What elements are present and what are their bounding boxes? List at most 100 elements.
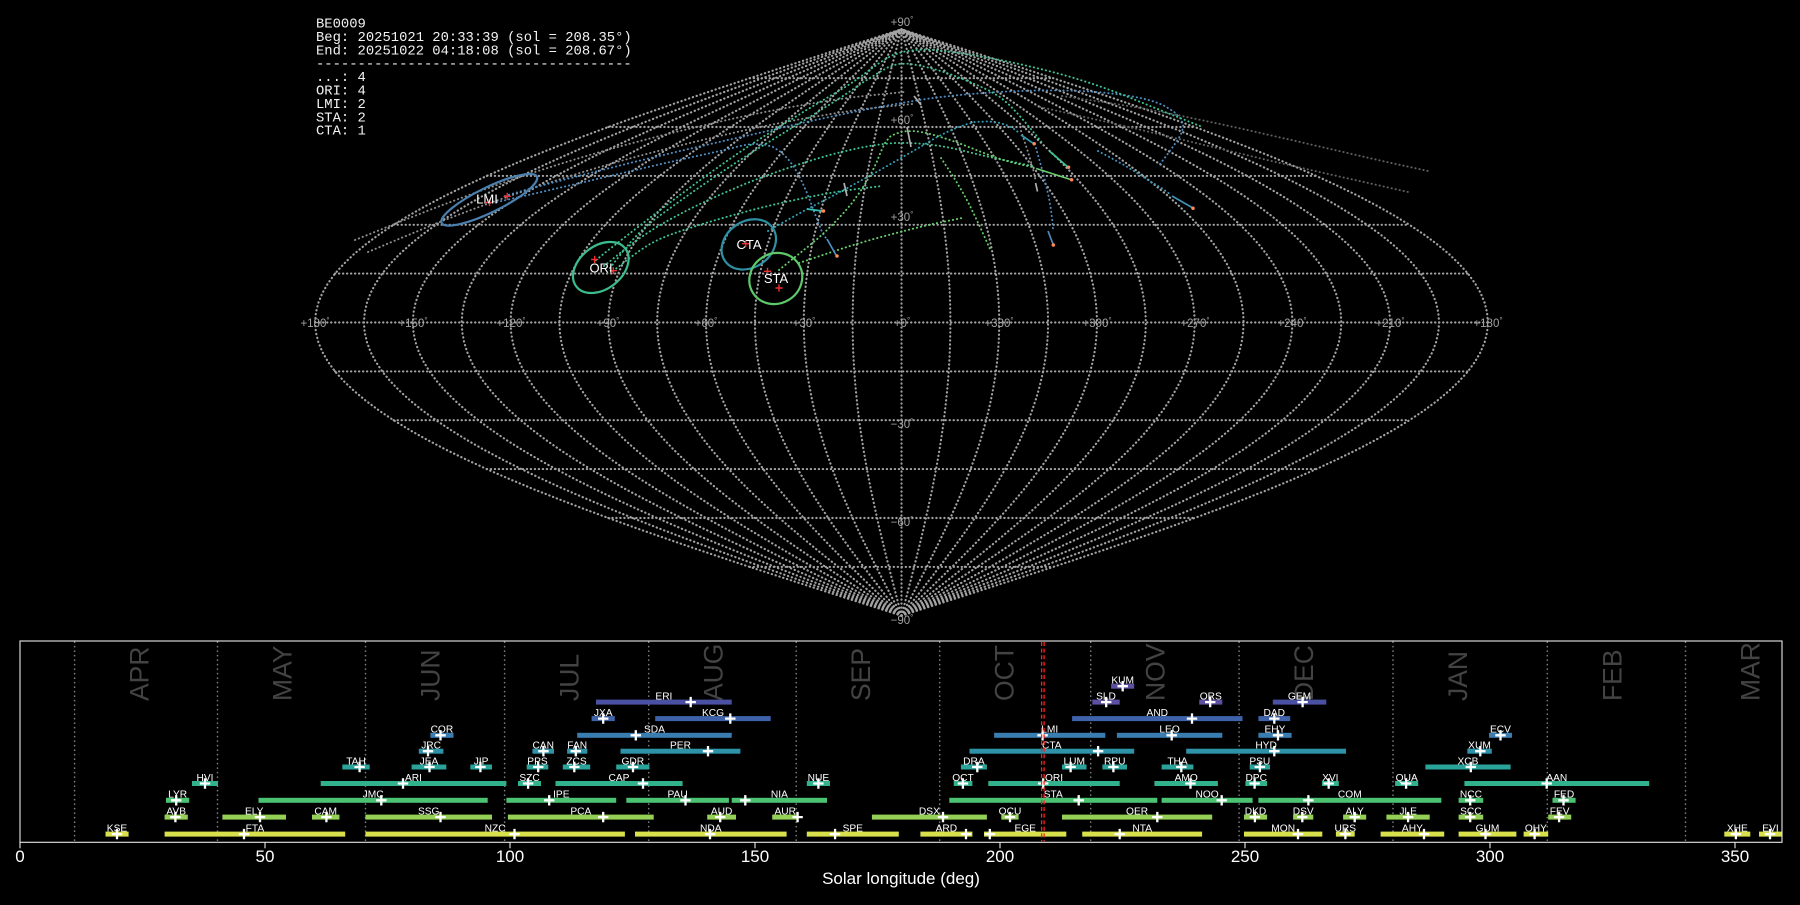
svg-text:EGE: EGE [1014, 824, 1036, 835]
svg-text:STA: STA [1044, 790, 1063, 801]
svg-text:JRC: JRC [421, 741, 441, 752]
svg-text:ORI: ORI [1045, 773, 1063, 784]
svg-text:IPE: IPE [553, 790, 570, 801]
svg-text:DSV: DSV [1293, 807, 1314, 818]
svg-text:AUD: AUD [711, 807, 733, 818]
svg-text:JUN: JUN [416, 649, 446, 701]
svg-text:SEP: SEP [846, 648, 876, 701]
svg-text:OCU: OCU [999, 807, 1022, 818]
svg-text:FED: FED [1554, 790, 1574, 801]
svg-text:NTA: NTA [1132, 824, 1152, 835]
svg-text:LMI: LMI [476, 192, 498, 207]
svg-text:+180°: +180° [300, 316, 329, 330]
svg-text:0: 0 [15, 847, 24, 866]
svg-text:COR: COR [431, 725, 454, 736]
svg-text:200: 200 [986, 847, 1014, 866]
svg-text:HVI: HVI [197, 773, 214, 784]
svg-text:NUE: NUE [808, 773, 830, 784]
svg-text:+60°: +60° [695, 316, 718, 330]
svg-text:EVI: EVI [1762, 824, 1778, 835]
svg-text:350: 350 [1721, 847, 1749, 866]
svg-text:CAP: CAP [609, 773, 630, 784]
svg-text:SPE: SPE [843, 824, 864, 835]
svg-text:RPU: RPU [1104, 756, 1126, 767]
svg-text:+330°: +330° [984, 316, 1013, 330]
svg-text:URS: URS [1335, 824, 1357, 835]
svg-text:+30°: +30° [793, 316, 816, 330]
svg-text:JEA: JEA [420, 756, 439, 767]
svg-text:+270°: +270° [1180, 316, 1209, 330]
svg-text:ORI: ORI [589, 261, 612, 276]
svg-text:TAH: TAH [346, 756, 366, 767]
svg-text:JAN: JAN [1443, 651, 1473, 701]
svg-text:250: 250 [1231, 847, 1259, 866]
svg-text:ARD: ARD [936, 824, 958, 835]
svg-text:JMC: JMC [363, 790, 384, 801]
svg-text:SSG: SSG [418, 807, 440, 818]
svg-text:+60°: +60° [891, 113, 914, 127]
svg-text:NIA: NIA [771, 790, 788, 801]
svg-text:XHE: XHE [1727, 824, 1748, 835]
svg-text:JXA: JXA [594, 708, 613, 719]
svg-text:OHY: OHY [1525, 824, 1547, 835]
svg-text:FEB: FEB [1597, 649, 1627, 701]
svg-text:ELY: ELY [245, 807, 264, 818]
svg-text:MAR: MAR [1736, 642, 1766, 701]
svg-text:SLD: SLD [1096, 692, 1116, 703]
svg-text:PSU: PSU [1249, 756, 1270, 767]
svg-text:NOV: NOV [1141, 643, 1171, 701]
svg-text:SCC: SCC [1460, 807, 1482, 818]
svg-text:PPS: PPS [527, 756, 548, 767]
svg-text:JIP: JIP [474, 756, 489, 767]
svg-text:KUM: KUM [1111, 676, 1134, 687]
svg-text:OCT: OCT [952, 773, 974, 784]
svg-text:FEV: FEV [1550, 807, 1570, 818]
svg-text:DKD: DKD [1245, 807, 1267, 818]
svg-text:+120°: +120° [496, 316, 525, 330]
svg-text:−90°: −90° [891, 613, 914, 627]
svg-text:CTA: CTA [736, 237, 761, 252]
svg-text:ALY: ALY [1345, 807, 1364, 818]
svg-text:DAD: DAD [1264, 708, 1286, 719]
svg-text:NCC: NCC [1460, 790, 1482, 801]
svg-text:−30°: −30° [891, 417, 914, 431]
svg-text:KCG: KCG [702, 708, 724, 719]
svg-text:EHY: EHY [1265, 725, 1286, 736]
svg-text:STA: STA [764, 271, 789, 286]
svg-text:+210°: +210° [1375, 316, 1404, 330]
svg-text:−60°: −60° [891, 515, 914, 529]
svg-text:DRA: DRA [963, 756, 985, 767]
svg-text:APR: APR [125, 647, 155, 702]
svg-text:XUM: XUM [1468, 741, 1491, 752]
svg-text:AND: AND [1147, 708, 1169, 719]
svg-text:100: 100 [496, 847, 524, 866]
svg-text:SZC: SZC [519, 773, 539, 784]
svg-text:LUM: LUM [1063, 756, 1085, 767]
svg-text:OER: OER [1126, 807, 1148, 818]
svg-text:CAM: CAM [314, 807, 337, 818]
svg-text:+180°: +180° [1473, 316, 1502, 330]
svg-text:ERI: ERI [655, 692, 672, 703]
svg-text:COM: COM [1338, 790, 1362, 801]
svg-text:NZC: NZC [485, 824, 506, 835]
svg-text:CAN: CAN [532, 741, 554, 752]
svg-text:PCA: PCA [570, 807, 591, 818]
svg-text:+150°: +150° [398, 316, 427, 330]
svg-text:NOO: NOO [1195, 790, 1218, 801]
svg-text:+300°: +300° [1082, 316, 1111, 330]
svg-text:+240°: +240° [1277, 316, 1306, 330]
svg-text:FTA: FTA [246, 824, 265, 835]
svg-text:NDA: NDA [700, 824, 722, 835]
svg-text:+30°: +30° [891, 210, 914, 224]
svg-text:CTA: 1: CTA: 1 [316, 124, 366, 140]
svg-text:ARI: ARI [405, 773, 422, 784]
svg-text:MAY: MAY [268, 645, 298, 701]
svg-text:JLE: JLE [1399, 807, 1417, 818]
svg-text:50: 50 [256, 847, 275, 866]
svg-text:AVB: AVB [166, 807, 186, 818]
svg-text:QUA: QUA [1396, 773, 1418, 784]
svg-text:MON: MON [1271, 824, 1295, 835]
svg-text:FAN: FAN [567, 741, 587, 752]
svg-text:PER: PER [670, 741, 691, 752]
svg-text:GEM: GEM [1288, 692, 1311, 703]
